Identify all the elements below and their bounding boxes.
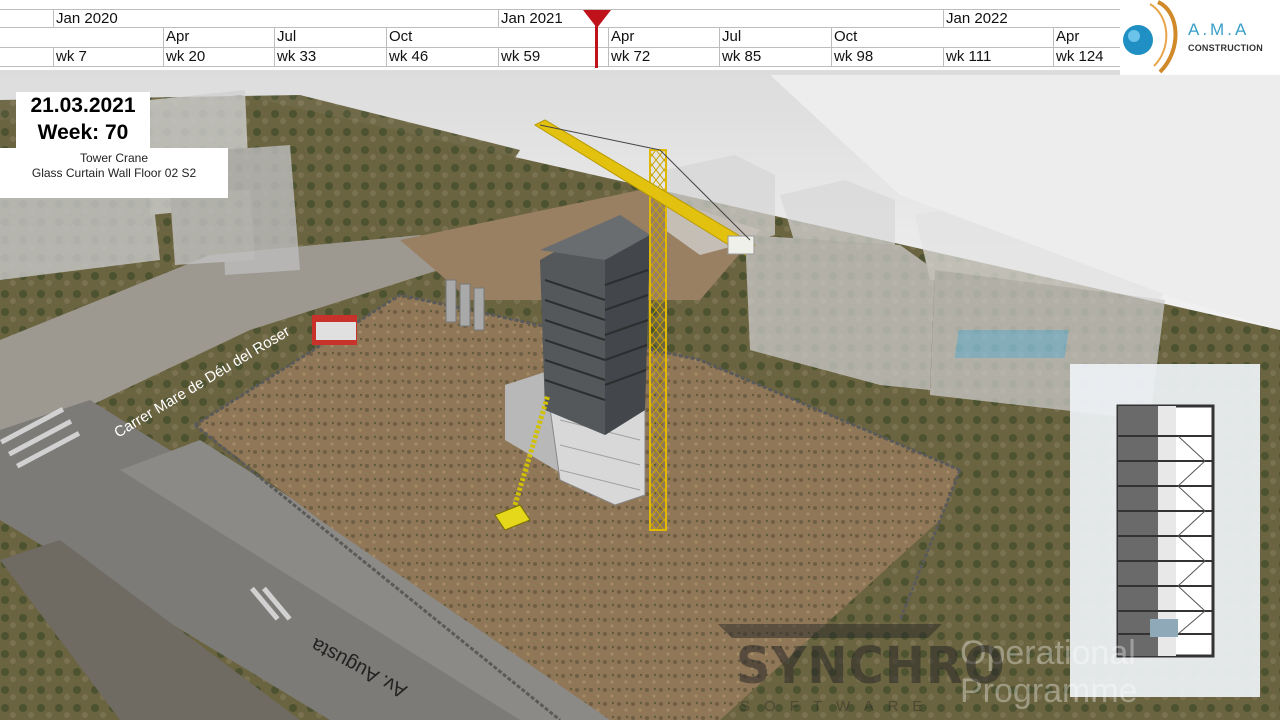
timeline-years-row: Jan 2020 Jan 2021 Jan 2022 (0, 9, 1120, 28)
timeline-weeks-row: wk 7 wk 20 wk 33 wk 46 wk 59 wk 72 wk 85… (0, 47, 1120, 67)
month-label: Apr (1053, 28, 1079, 47)
month-label: Oct (386, 28, 412, 47)
watermark-brand: SYNCHRO (736, 636, 1006, 696)
timeline-ruler[interactable]: Jan 2020 Jan 2021 Jan 2022 Apr Jul Oct A… (0, 0, 1120, 70)
week-label: wk 85 (719, 48, 761, 66)
ama-logo-icon (1123, 0, 1178, 74)
year-label: Jan 2020 (53, 10, 118, 27)
week-label: wk 111 (943, 48, 991, 66)
logo-subtitle: CONSTRUCTION (1188, 43, 1263, 53)
task-item: Glass Curtain Wall Floor 02 S2 (31, 166, 197, 180)
timeline-months-row: Apr Jul Oct Apr Jul Oct Apr (0, 28, 1120, 47)
current-week: Week: 70 (37, 121, 129, 144)
date-panel: 21.03.2021 Week: 70 (16, 92, 150, 148)
week-label: wk 20 (163, 48, 205, 66)
week-label: wk 124 (1053, 48, 1104, 66)
month-label: Apr (163, 28, 189, 47)
week-label: wk 7 (53, 48, 87, 66)
week-label: wk 59 (498, 48, 540, 66)
current-date: 21.03.2021 (30, 94, 136, 117)
month-label: Jul (274, 28, 296, 47)
year-label: Jan 2022 (943, 10, 1008, 27)
task-item: Tower Crane (79, 151, 149, 165)
week-label: wk 72 (608, 48, 650, 66)
month-label: Oct (831, 28, 857, 47)
week-label: wk 46 (386, 48, 428, 66)
week-label: wk 98 (831, 48, 873, 66)
active-tasks-panel: Tower Crane Glass Curtain Wall Floor 02 … (0, 148, 228, 198)
week-label: wk 33 (274, 48, 316, 66)
month-label: Jul (719, 28, 741, 47)
company-logo: A.M.A CONSTRUCTION (1120, 0, 1280, 75)
synchro-watermark: SYNCHRO SOFTWARE (718, 624, 1005, 720)
year-label: Jan 2021 (498, 10, 563, 27)
playhead-triangle-icon[interactable] (583, 10, 611, 28)
watermark-sub: SOFTWARE (740, 698, 937, 715)
logo-name: A.M.A (1188, 20, 1250, 39)
month-label: Apr (608, 28, 634, 47)
